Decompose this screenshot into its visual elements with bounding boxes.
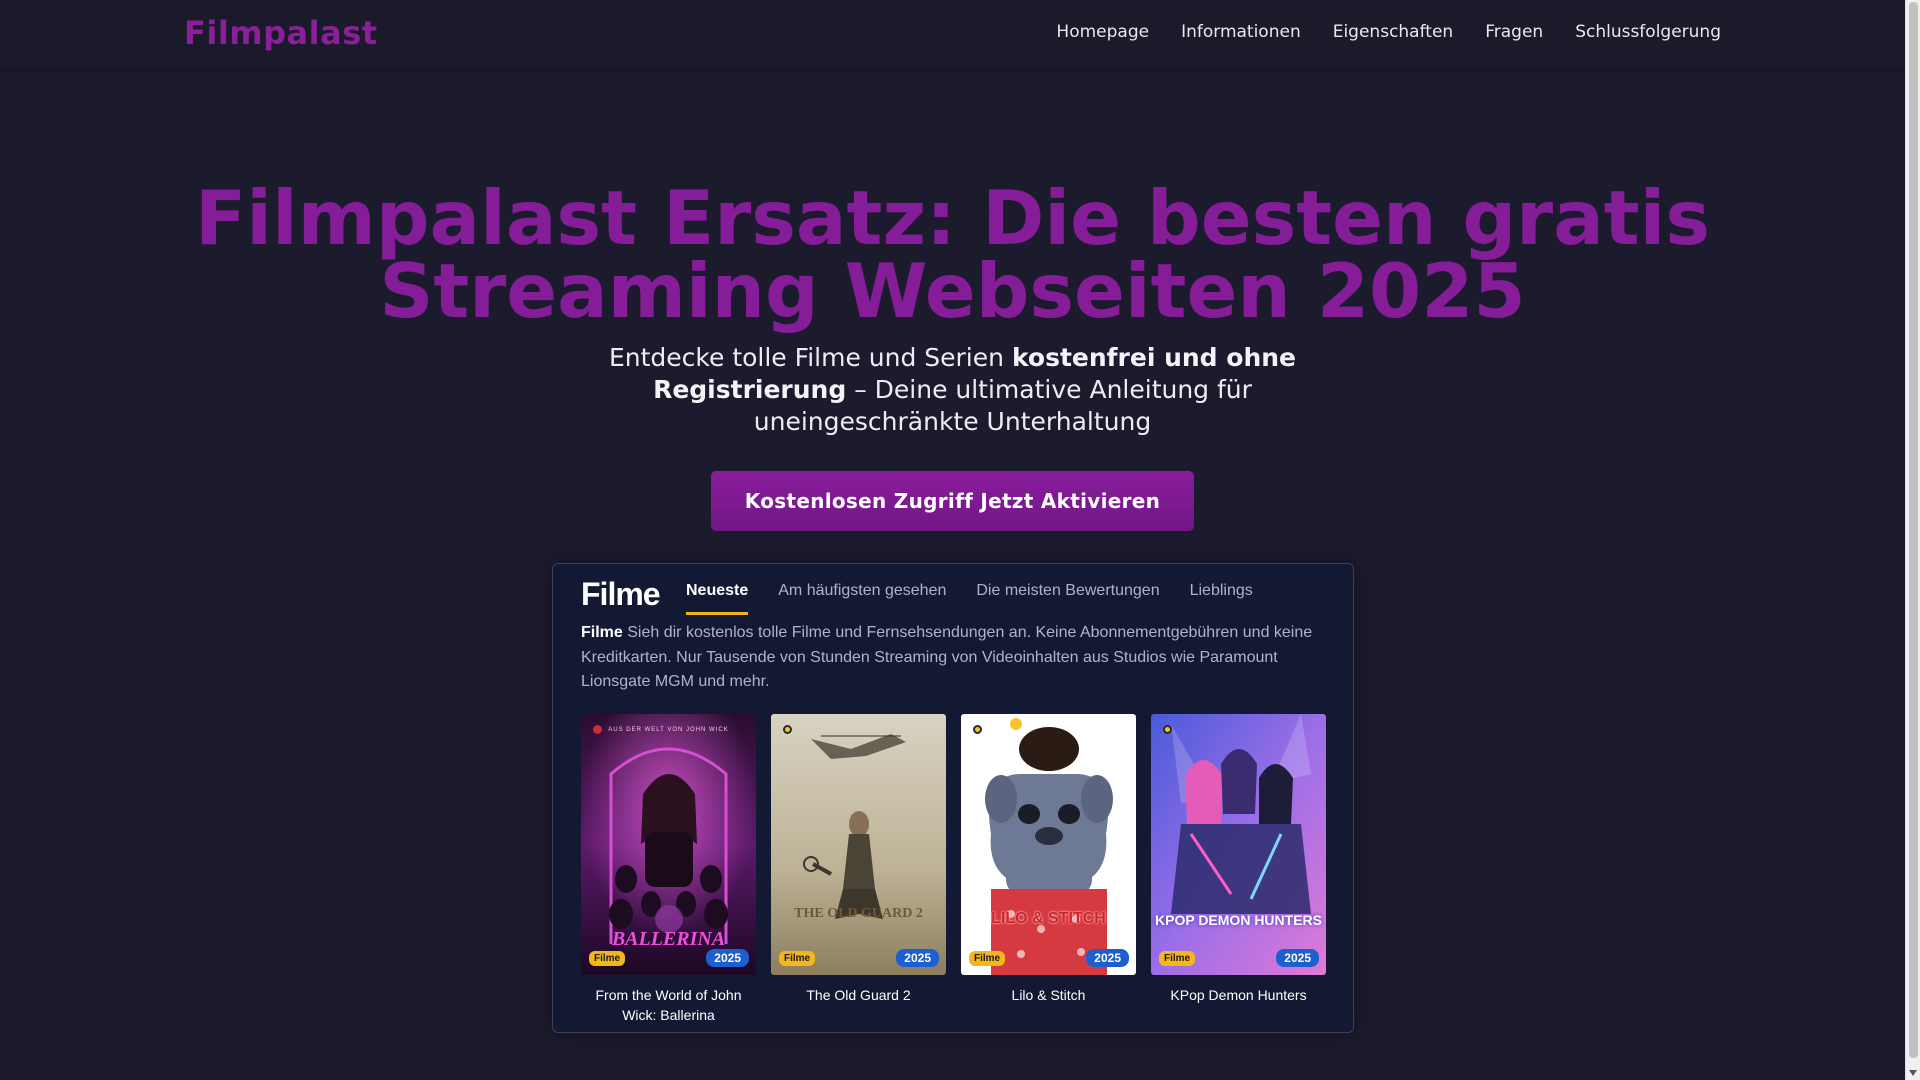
poster-title-text: BALLERINA [611,928,726,950]
status-dot [783,725,792,734]
type-badge: Filme [589,951,626,966]
year-badge: 2025 [706,949,749,967]
year-badge: 2025 [1086,949,1129,967]
tab-meisten-bewertungen[interactable]: Die meisten Bewertungen [976,582,1159,615]
status-dot [593,725,602,734]
movie-card[interactable]: KPOP DEMON HUNTERS Filme 2025 KPop Demon… [1151,714,1326,1025]
type-badge: Filme [1159,951,1196,966]
poster-tagline: AUS DER WELT VON JOHN WICK [608,727,729,733]
site-logo[interactable]: Filmpalast [184,14,378,52]
movie-grid: AUS DER WELT VON JOHN WICK BALLERINA Fil… [581,714,1326,1025]
movie-title[interactable]: The Old Guard 2 [771,985,946,1005]
panel-description: Filme Sieh dir kostenlos tolle Filme und… [581,621,1331,695]
tab-neueste[interactable]: Neueste [686,582,749,615]
movie-title[interactable]: From the World of John Wick: Ballerina [581,985,756,1025]
status-dot [973,725,982,734]
panel-logo: Filme [581,576,661,612]
poster-title-text: THE OLD GUARD 2 [794,906,923,921]
tab-am-haeufigsten-gesehen[interactable]: Am häufigsten gesehen [778,582,946,615]
vertical-scrollbar[interactable] [1905,0,1920,1080]
scroll-down-arrow-icon[interactable] [1909,1070,1917,1076]
old-guard-poster-art [771,714,946,975]
movie-title[interactable]: Lilo & Stitch [961,985,1136,1005]
movie-tabs: Neueste Am häufigsten gesehen Die meiste… [686,582,1253,615]
main-nav: Homepage Informationen Eigenschaften Fra… [1056,22,1721,42]
movie-poster[interactable]: THE OLD GUARD 2 Filme 2025 [771,714,946,975]
kpop-demon-hunters-poster-art [1151,714,1326,975]
year-badge: 2025 [1276,949,1319,967]
movie-title[interactable]: KPop Demon Hunters [1151,985,1326,1005]
movie-card[interactable]: THE OLD GUARD 2 Filme 2025 The Old Guard… [771,714,946,1025]
movie-card[interactable]: AUS DER WELT VON JOHN WICK BALLERINA Fil… [581,714,756,1025]
activate-access-button[interactable]: Kostenlosen Zugriff Jetzt Aktivieren [711,471,1194,531]
movie-card[interactable]: LILO & STITCH Filme 2025 Lilo & Stitch [961,714,1136,1025]
movie-poster[interactable]: KPOP DEMON HUNTERS Filme 2025 [1151,714,1326,975]
tab-lieblings[interactable]: Lieblings [1190,582,1253,615]
movie-poster[interactable]: LILO & STITCH Filme 2025 [961,714,1136,975]
hero-subtitle-start: Entdecke tolle Filme und Serien [608,343,1012,372]
nav-fragen[interactable]: Fragen [1485,22,1543,42]
year-badge: 2025 [896,949,939,967]
type-badge: Filme [779,951,816,966]
hero-subtitle: Entdecke tolle Filme und Serien kostenfr… [600,342,1305,438]
status-dot [1163,725,1172,734]
nav-eigenschaften[interactable]: Eigenschaften [1333,22,1453,42]
panel-description-bold: Filme [581,624,623,641]
nav-schlussfolgerung[interactable]: Schlussfolgerung [1575,22,1721,42]
movie-poster[interactable]: AUS DER WELT VON JOHN WICK BALLERINA Fil… [581,714,756,975]
scrollbar-thumb[interactable] [1909,2,1918,1058]
poster-title-text: LILO & STITCH [991,910,1106,927]
nav-informationen[interactable]: Informationen [1181,22,1301,42]
top-navigation-bar: Filmpalast Homepage Informationen Eigens… [0,0,1905,68]
type-badge: Filme [969,951,1006,966]
lilo-stitch-poster-art [961,714,1136,975]
hero-title: Filmpalast Ersatz: Die besten gratis Str… [195,174,1710,335]
panel-description-text: Sieh dir kostenlos tolle Filme und Ferns… [581,624,1313,690]
poster-title-text: KPOP DEMON HUNTERS [1155,912,1322,928]
nav-homepage[interactable]: Homepage [1056,22,1149,42]
movies-preview-panel: Filme Neueste Am häufigsten gesehen Die … [552,563,1354,1033]
